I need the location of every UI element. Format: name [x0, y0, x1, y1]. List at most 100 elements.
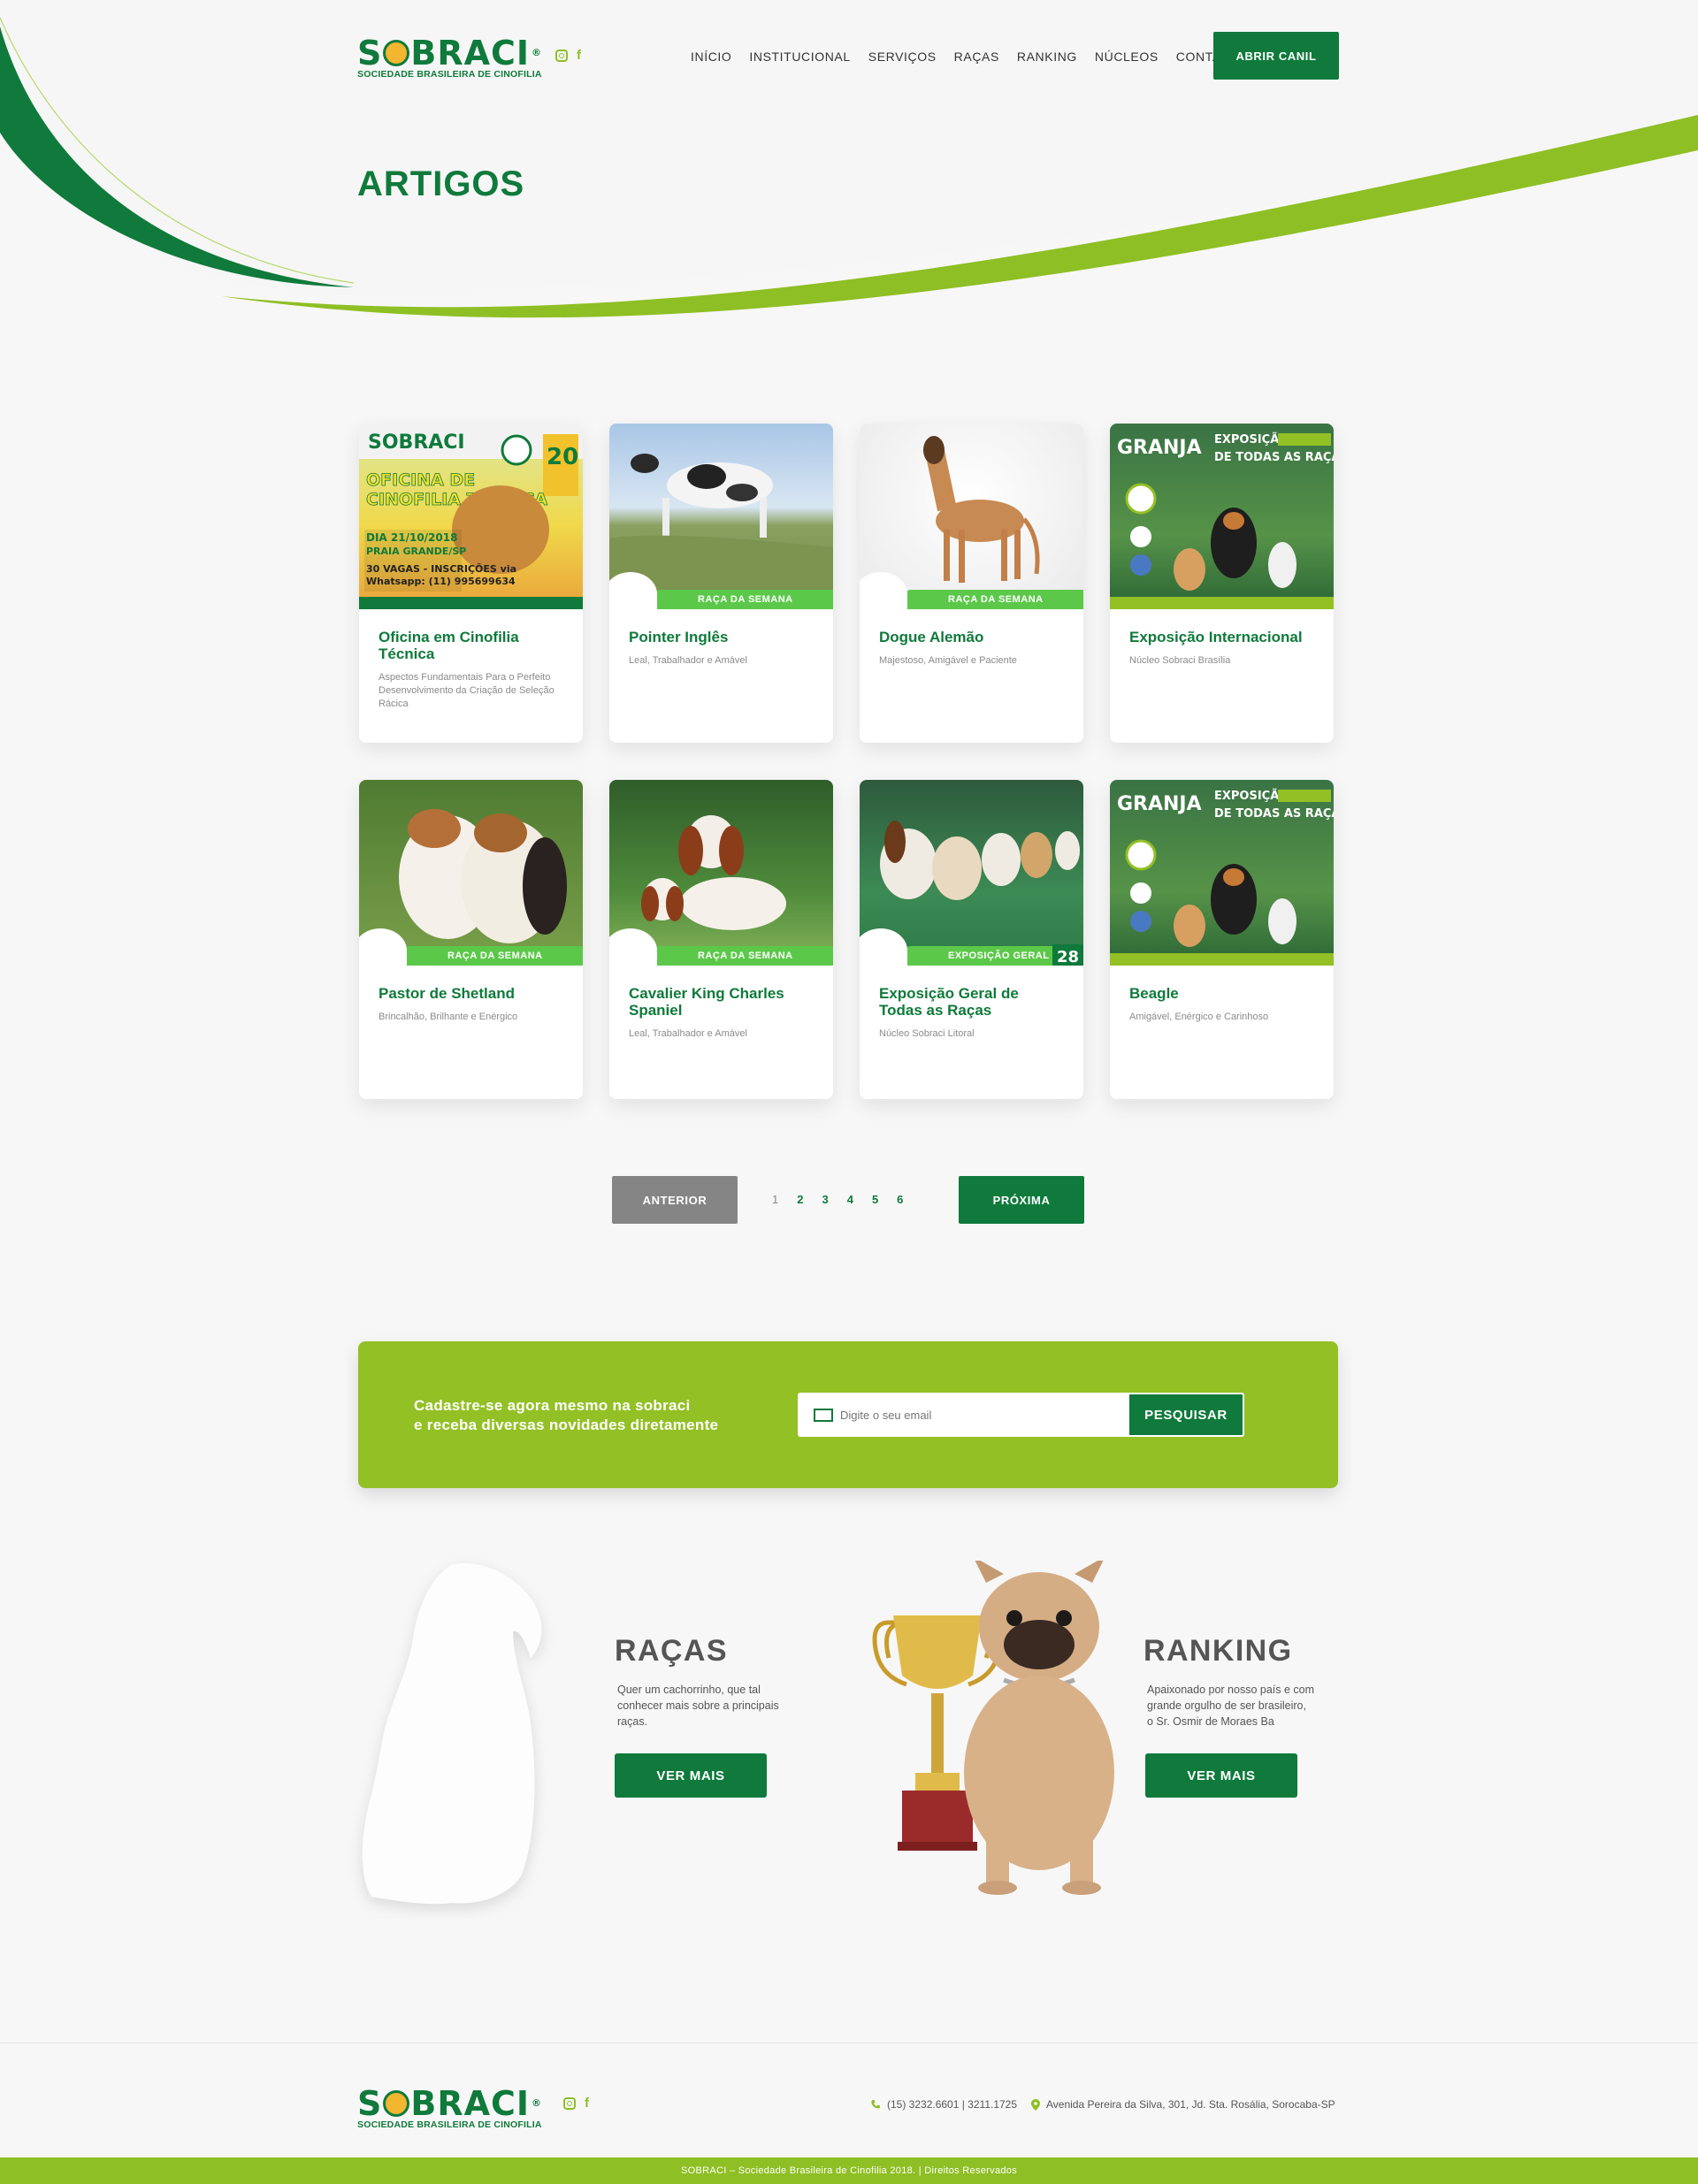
ranking-title: RANKING [1143, 1634, 1293, 1668]
bulldog-trophy-illustration [872, 1561, 1114, 1895]
svg-text:DE TODAS AS RAÇAS: DE TODAS AS RAÇAS [1214, 807, 1334, 821]
article-subtitle: Amigável, Enérgico e Carinhoso [1129, 1012, 1269, 1022]
footer-sobraci-logo[interactable]: S BRACI ® SOCIEDADE BRASILEIRA DE CINOFILI… [357, 2087, 542, 2130]
article-card[interactable]: GRANJA EXPOSIÇÃO DE TODAS AS RAÇAS Expos… [1110, 424, 1334, 743]
exposicao-geral-tag: EXPOSIÇÃO GERAL [904, 946, 1052, 966]
article-title[interactable]: Dogue Alemão [879, 629, 1064, 645]
article-title[interactable]: Exposição Internacional [1129, 629, 1314, 645]
nav-ranking[interactable]: RANKING [1017, 50, 1077, 64]
raca-da-semana-tag: RAÇA DA SEMANA [403, 946, 583, 966]
phone-icon [871, 2100, 880, 2109]
logo-dog-emblem-icon [383, 40, 410, 66]
svg-text:28: 28 [1057, 948, 1079, 966]
article-card[interactable]: RAÇA DA SEMANA Dogue Alemão Majestoso, A… [860, 424, 1083, 743]
next-page-button[interactable]: PRÓXIMA [959, 1176, 1084, 1224]
svg-text:GRANJA: GRANJA [1117, 437, 1202, 459]
svg-text:DIA 21/10/2018: DIA 21/10/2018 [366, 531, 457, 544]
main-nav: INÍCIO INSTITUCIONAL SERVIÇOS RAÇAS RANK… [691, 50, 1238, 64]
article-subtitle: Brincalhão, Brilhante e Enérgico [379, 1012, 518, 1022]
svg-text:20: 20 [547, 444, 578, 470]
article-subtitle: Núcleo Sobraci Litoral [879, 1028, 975, 1039]
article-image-beagles-show: 28 EXPOSIÇÃO GERAL [860, 780, 1083, 966]
abrir-canil-button[interactable]: ABRIR CANIL [1213, 32, 1339, 80]
article-subtitle: Aspectos Fundamentais Para o Perfeito De… [379, 672, 555, 709]
pesquisar-button[interactable]: PESQUISAR [1129, 1393, 1244, 1437]
article-subtitle: Leal, Trabalhador e Amável [629, 655, 747, 666]
raca-da-semana-tag: RAÇA DA SEMANA [904, 590, 1083, 609]
article-image-granja-poster: GRANJA EXPOSIÇÃO DE TODAS AS RAÇAS [1110, 780, 1334, 966]
svg-text:30 VAGAS - INSCRIÇÕES via: 30 VAGAS - INSCRIÇÕES via [366, 563, 516, 575]
pagination-pages: 1 2 3 4 5 6 [772, 1193, 903, 1206]
article-image-cavalier: RAÇA DA SEMANA [609, 780, 833, 966]
page-title: ARTIGOS [357, 164, 525, 203]
logo-subtitle: SOCIEDADE BRASILEIRA DE CINOFILIA [357, 69, 542, 80]
facebook-icon[interactable]: f [577, 49, 581, 62]
article-card[interactable]: RAÇA DA SEMANA Cavalier King Charles Spa… [609, 780, 833, 1099]
article-card[interactable]: RAÇA DA SEMANA Pointer Inglês Leal, Trab… [609, 424, 833, 743]
raca-da-semana-tag: RAÇA DA SEMANA [654, 946, 833, 966]
svg-text:DE TODAS AS RAÇAS: DE TODAS AS RAÇAS [1214, 451, 1334, 464]
instagram-icon[interactable] [563, 2097, 576, 2110]
page-link-1[interactable]: 1 [772, 1193, 778, 1206]
svg-text:Whatsapp: (11) 995699634: Whatsapp: (11) 995699634 [366, 576, 516, 587]
article-title[interactable]: Oficina em Cinofilia Técnica [379, 629, 563, 662]
nav-servicos[interactable]: SERVIÇOS [868, 50, 937, 64]
article-subtitle: Majestoso, Amigável e Paciente [879, 655, 1017, 666]
facebook-icon[interactable]: f [585, 2096, 589, 2110]
logo-dog-emblem-icon [383, 2090, 410, 2117]
article-image-pointer: RAÇA DA SEMANA [609, 424, 833, 609]
article-title[interactable]: Pastor de Shetland [379, 985, 563, 1002]
svg-text:PRAIA GRANDE/SP: PRAIA GRANDE/SP [366, 546, 466, 557]
email-field-wrapper [798, 1393, 1129, 1437]
article-image-shetland: RAÇA DA SEMANA [359, 780, 583, 966]
article-title[interactable]: Pointer Inglês [629, 629, 814, 645]
newsletter-box: Cadastre-se agora mesmo na sobraci e rec… [358, 1341, 1338, 1488]
page-link-2[interactable]: 2 [797, 1193, 803, 1206]
sobraci-logo[interactable]: S BRACI ® SOCIEDADE BRASILEIRA DE CINOFILI… [357, 36, 542, 80]
page-link-3[interactable]: 3 [822, 1193, 828, 1206]
nav-racas[interactable]: RAÇAS [954, 50, 999, 64]
copyright-bar: SOBRACI – Sociedade Brasileira de Cinofi… [0, 2157, 1698, 2184]
svg-text:EXPOSIÇÃO: EXPOSIÇÃO [1214, 789, 1289, 803]
article-card[interactable]: RAÇA DA SEMANA Pastor de Shetland Brinca… [359, 780, 583, 1099]
previous-page-button[interactable]: ANTERIOR [612, 1176, 738, 1224]
article-title[interactable]: Beagle [1129, 985, 1314, 1002]
instagram-icon[interactable] [555, 50, 568, 62]
article-image-oficina: SOBRACI 20 OFICINA DE CINOFILIA TÉCNICA … [359, 424, 583, 609]
footer-phone: (15) 3232.6601 | 3211.1725 [870, 2098, 1017, 2111]
page-link-4[interactable]: 4 [847, 1193, 853, 1206]
article-card[interactable]: SOBRACI 20 OFICINA DE CINOFILIA TÉCNICA … [359, 424, 583, 743]
ranking-text: Apaixonado por nosso país e com grande o… [1147, 1684, 1315, 1728]
logo-subtitle: SOCIEDADE BRASILEIRA DE CINOFILIA [357, 2119, 542, 2130]
newsletter-text: Cadastre-se agora mesmo na sobraci e rec… [414, 1397, 719, 1433]
footer-social-links: f [563, 2096, 589, 2110]
article-image-dogue-alemao: RAÇA DA SEMANA [860, 424, 1083, 609]
svg-text:SOBRACI: SOBRACI [368, 431, 465, 454]
nav-institucional[interactable]: INSTITUCIONAL [749, 50, 850, 64]
racas-title: RAÇAS [615, 1634, 728, 1668]
articles-grid: SOBRACI 20 OFICINA DE CINOFILIA TÉCNICA … [359, 424, 1335, 1099]
racas-ver-mais-button[interactable]: VER MAIS [615, 1753, 767, 1798]
article-title[interactable]: Exposição Geral de Todas as Raças [879, 985, 1064, 1019]
email-input[interactable] [840, 1408, 1105, 1422]
page-link-6[interactable]: 6 [897, 1193, 903, 1206]
racas-text: Quer um cachorrinho, que tal conhecer ma… [617, 1684, 779, 1728]
page-link-5[interactable]: 5 [872, 1193, 878, 1206]
nav-nucleos[interactable]: NÚCLEOS [1095, 50, 1159, 64]
svg-text:OFICINA DE: OFICINA DE [366, 470, 475, 490]
svg-text:GRANJA: GRANJA [1117, 793, 1202, 815]
raca-da-semana-tag: RAÇA DA SEMANA [654, 590, 833, 609]
article-title[interactable]: Cavalier King Charles Spaniel [629, 985, 814, 1019]
nav-inicio[interactable]: INÍCIO [691, 50, 731, 64]
article-image-granja-poster: GRANJA EXPOSIÇÃO DE TODAS AS RAÇAS [1110, 424, 1334, 609]
ranking-ver-mais-button[interactable]: VER MAIS [1145, 1753, 1297, 1798]
dog-silhouette-illustration [362, 1563, 542, 1905]
footer-address: Avenida Pereira da Silva, 301, Jd. Sta. … [1031, 2098, 1335, 2111]
article-card[interactable]: 28 EXPOSIÇÃO GERAL Exposição Geral de To… [860, 780, 1083, 1099]
location-pin-icon [1031, 2098, 1040, 2111]
svg-text:EXPOSIÇÃO: EXPOSIÇÃO [1214, 432, 1289, 447]
header-social-links: f [555, 49, 581, 62]
article-subtitle: Leal, Trabalhador e Amável [629, 1028, 747, 1039]
article-card[interactable]: GRANJA EXPOSIÇÃO DE TODAS AS RAÇAS Beagl… [1110, 780, 1334, 1099]
article-subtitle: Núcleo Sobraci Brasília [1129, 655, 1231, 666]
